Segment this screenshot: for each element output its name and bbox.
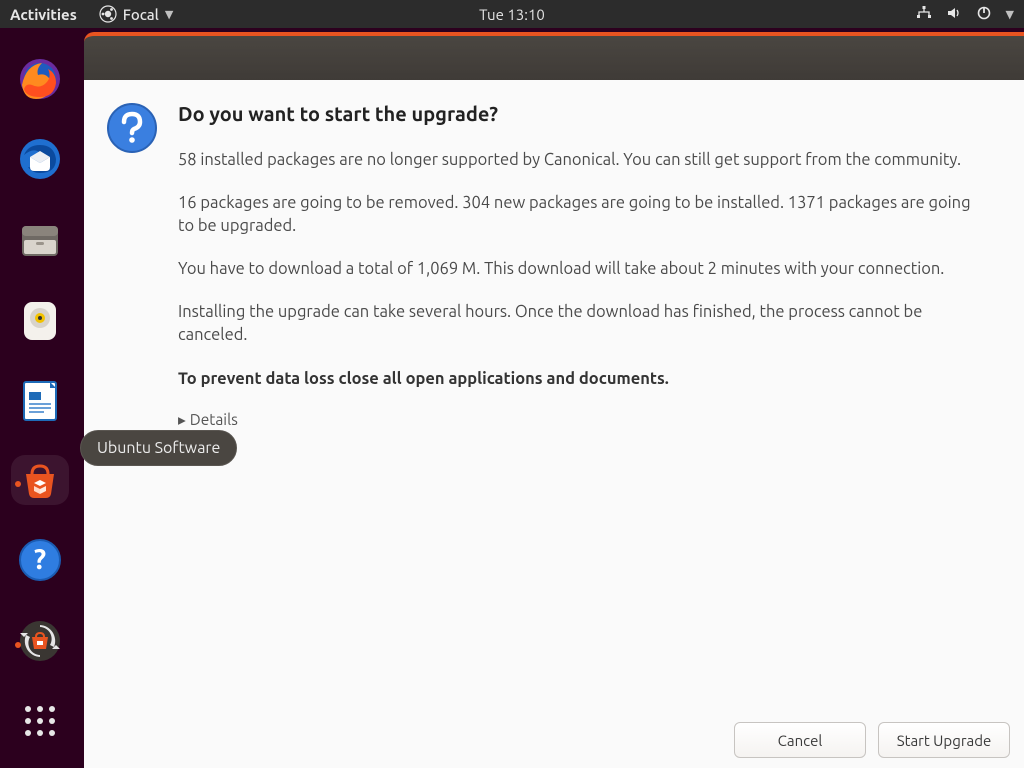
dialog-body: Do you want to start the upgrade? 58 ins… <box>84 80 1024 768</box>
app-menu[interactable]: Focal ▼ <box>99 5 174 23</box>
dialog-paragraph: 16 packages are going to be removed. 304… <box>178 192 986 238</box>
launcher-firefox[interactable] <box>11 54 69 104</box>
activities-button[interactable]: Activities <box>10 6 77 23</box>
dialog-warning: To prevent data loss close all open appl… <box>178 368 986 391</box>
volume-icon <box>946 5 962 24</box>
app-menu-icon <box>99 5 117 23</box>
launcher-ubuntu-software[interactable] <box>11 455 69 505</box>
top-panel: Activities Focal ▼ Tue 13:10 ▼ <box>0 0 1024 28</box>
network-icon <box>916 5 932 24</box>
status-area[interactable]: ▼ <box>916 5 1014 24</box>
dialog-heading: Do you want to start the upgrade? <box>178 102 986 125</box>
dialog-paragraph: Installing the upgrade can take several … <box>178 301 986 347</box>
launcher-libreoffice-writer[interactable] <box>11 375 69 425</box>
details-expander[interactable]: ▸ Details <box>178 411 986 429</box>
question-icon <box>106 102 158 754</box>
start-upgrade-button[interactable]: Start Upgrade <box>878 722 1010 758</box>
launcher-thunderbird[interactable] <box>11 134 69 184</box>
launcher-help[interactable]: ? <box>11 535 69 585</box>
power-icon <box>976 5 992 24</box>
desktop: Do you want to start the upgrade? 58 ins… <box>80 28 1024 768</box>
triangle-right-icon: ▸ <box>178 411 186 429</box>
running-indicator-icon <box>15 642 21 648</box>
dialog-paragraph: 58 installed packages are no longer supp… <box>178 149 986 172</box>
clock[interactable]: Tue 13:10 <box>479 6 545 23</box>
chevron-down-icon: ▼ <box>1006 8 1014 21</box>
launcher-software-updater[interactable] <box>11 616 69 666</box>
launcher-rhythmbox[interactable] <box>11 295 69 345</box>
chevron-down-icon: ▼ <box>165 8 173 21</box>
dock: ? <box>0 28 80 768</box>
dialog-button-row: Cancel Start Upgrade <box>734 722 1010 758</box>
launcher-tooltip: Ubuntu Software <box>80 430 237 466</box>
app-menu-label: Focal <box>123 6 159 23</box>
svg-text:?: ? <box>34 544 46 575</box>
dialog-paragraph: You have to download a total of 1,069 M.… <box>178 258 986 281</box>
details-label: Details <box>190 411 238 428</box>
launcher-files[interactable] <box>11 214 69 264</box>
cancel-button[interactable]: Cancel <box>734 722 866 758</box>
show-applications[interactable] <box>11 696 69 746</box>
release-upgrader-window: Do you want to start the upgrade? 58 ins… <box>84 32 1024 768</box>
window-titlebar[interactable] <box>84 32 1024 80</box>
